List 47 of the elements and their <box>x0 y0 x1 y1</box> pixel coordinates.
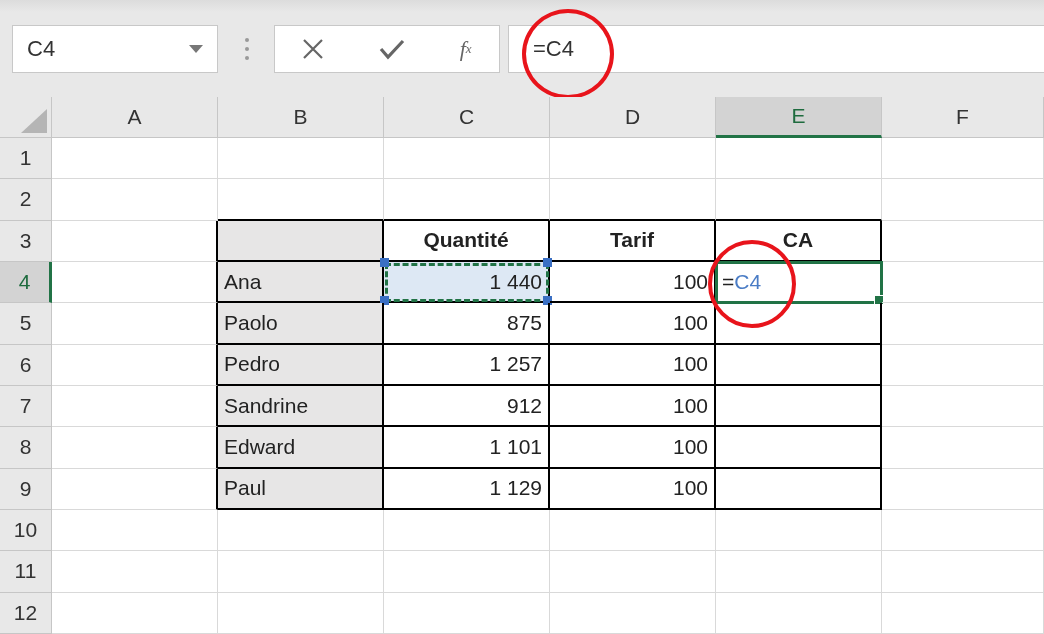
cell-formula: =C4 <box>722 269 762 294</box>
cell-reference: C4 <box>27 35 56 62</box>
column-header[interactable]: A <box>52 97 218 138</box>
table-cell: 100 <box>550 344 716 386</box>
column-header[interactable]: B <box>218 97 384 138</box>
table-cell: Edward <box>218 427 384 469</box>
formula-field[interactable]: =C4 <box>508 24 1044 73</box>
column-header[interactable]: C <box>384 97 550 138</box>
column-header[interactable]: E <box>716 97 882 138</box>
table-cell: Pedro <box>218 344 384 386</box>
row-header[interactable]: 11 <box>0 551 52 593</box>
table-cell: 912 <box>384 386 550 428</box>
row-header[interactable]: 8 <box>0 427 52 469</box>
row-header[interactable]: 9 <box>0 468 52 510</box>
table-cell: 100 <box>550 303 716 345</box>
column-header[interactable]: F <box>882 97 1044 138</box>
table-cell: Ana <box>218 262 384 304</box>
row-header[interactable]: 6 <box>0 344 52 386</box>
table-cell: 100 <box>550 386 716 428</box>
table-cell: Sandrine <box>218 386 384 428</box>
close-icon <box>302 37 325 60</box>
table-cell: 100 <box>550 427 716 469</box>
table-cell: Paolo <box>218 303 384 345</box>
row-header[interactable]: 2 <box>0 179 52 221</box>
table-cell: 1 101 <box>384 427 550 469</box>
row-header[interactable]: 4 <box>0 262 52 304</box>
fill-handle[interactable] <box>874 295 884 306</box>
dropdown-caret-icon[interactable] <box>189 44 203 53</box>
column-heading: Tarif <box>550 220 716 262</box>
name-box[interactable]: C4 <box>12 24 218 73</box>
row-header[interactable]: 5 <box>0 303 52 345</box>
column-heading: CA <box>716 220 882 262</box>
table-cell: 100 <box>550 468 716 510</box>
checkmark-icon <box>379 37 406 60</box>
table-cell: 1 257 <box>384 344 550 386</box>
table-cell: 875 <box>384 303 550 345</box>
row-header[interactable]: 7 <box>0 386 52 428</box>
grip-dots-icon <box>244 36 250 61</box>
column-header[interactable]: D <box>550 97 716 138</box>
table-cell: Paul <box>218 468 384 510</box>
row-header[interactable]: 1 <box>0 138 52 180</box>
row-header[interactable]: 10 <box>0 510 52 552</box>
table-cell: 100 <box>550 262 716 304</box>
row-header[interactable]: 3 <box>0 220 52 262</box>
table-cell: 1 129 <box>384 468 550 510</box>
formula-cell[interactable]: =C4 <box>716 262 882 304</box>
row-header[interactable]: 12 <box>0 592 52 634</box>
